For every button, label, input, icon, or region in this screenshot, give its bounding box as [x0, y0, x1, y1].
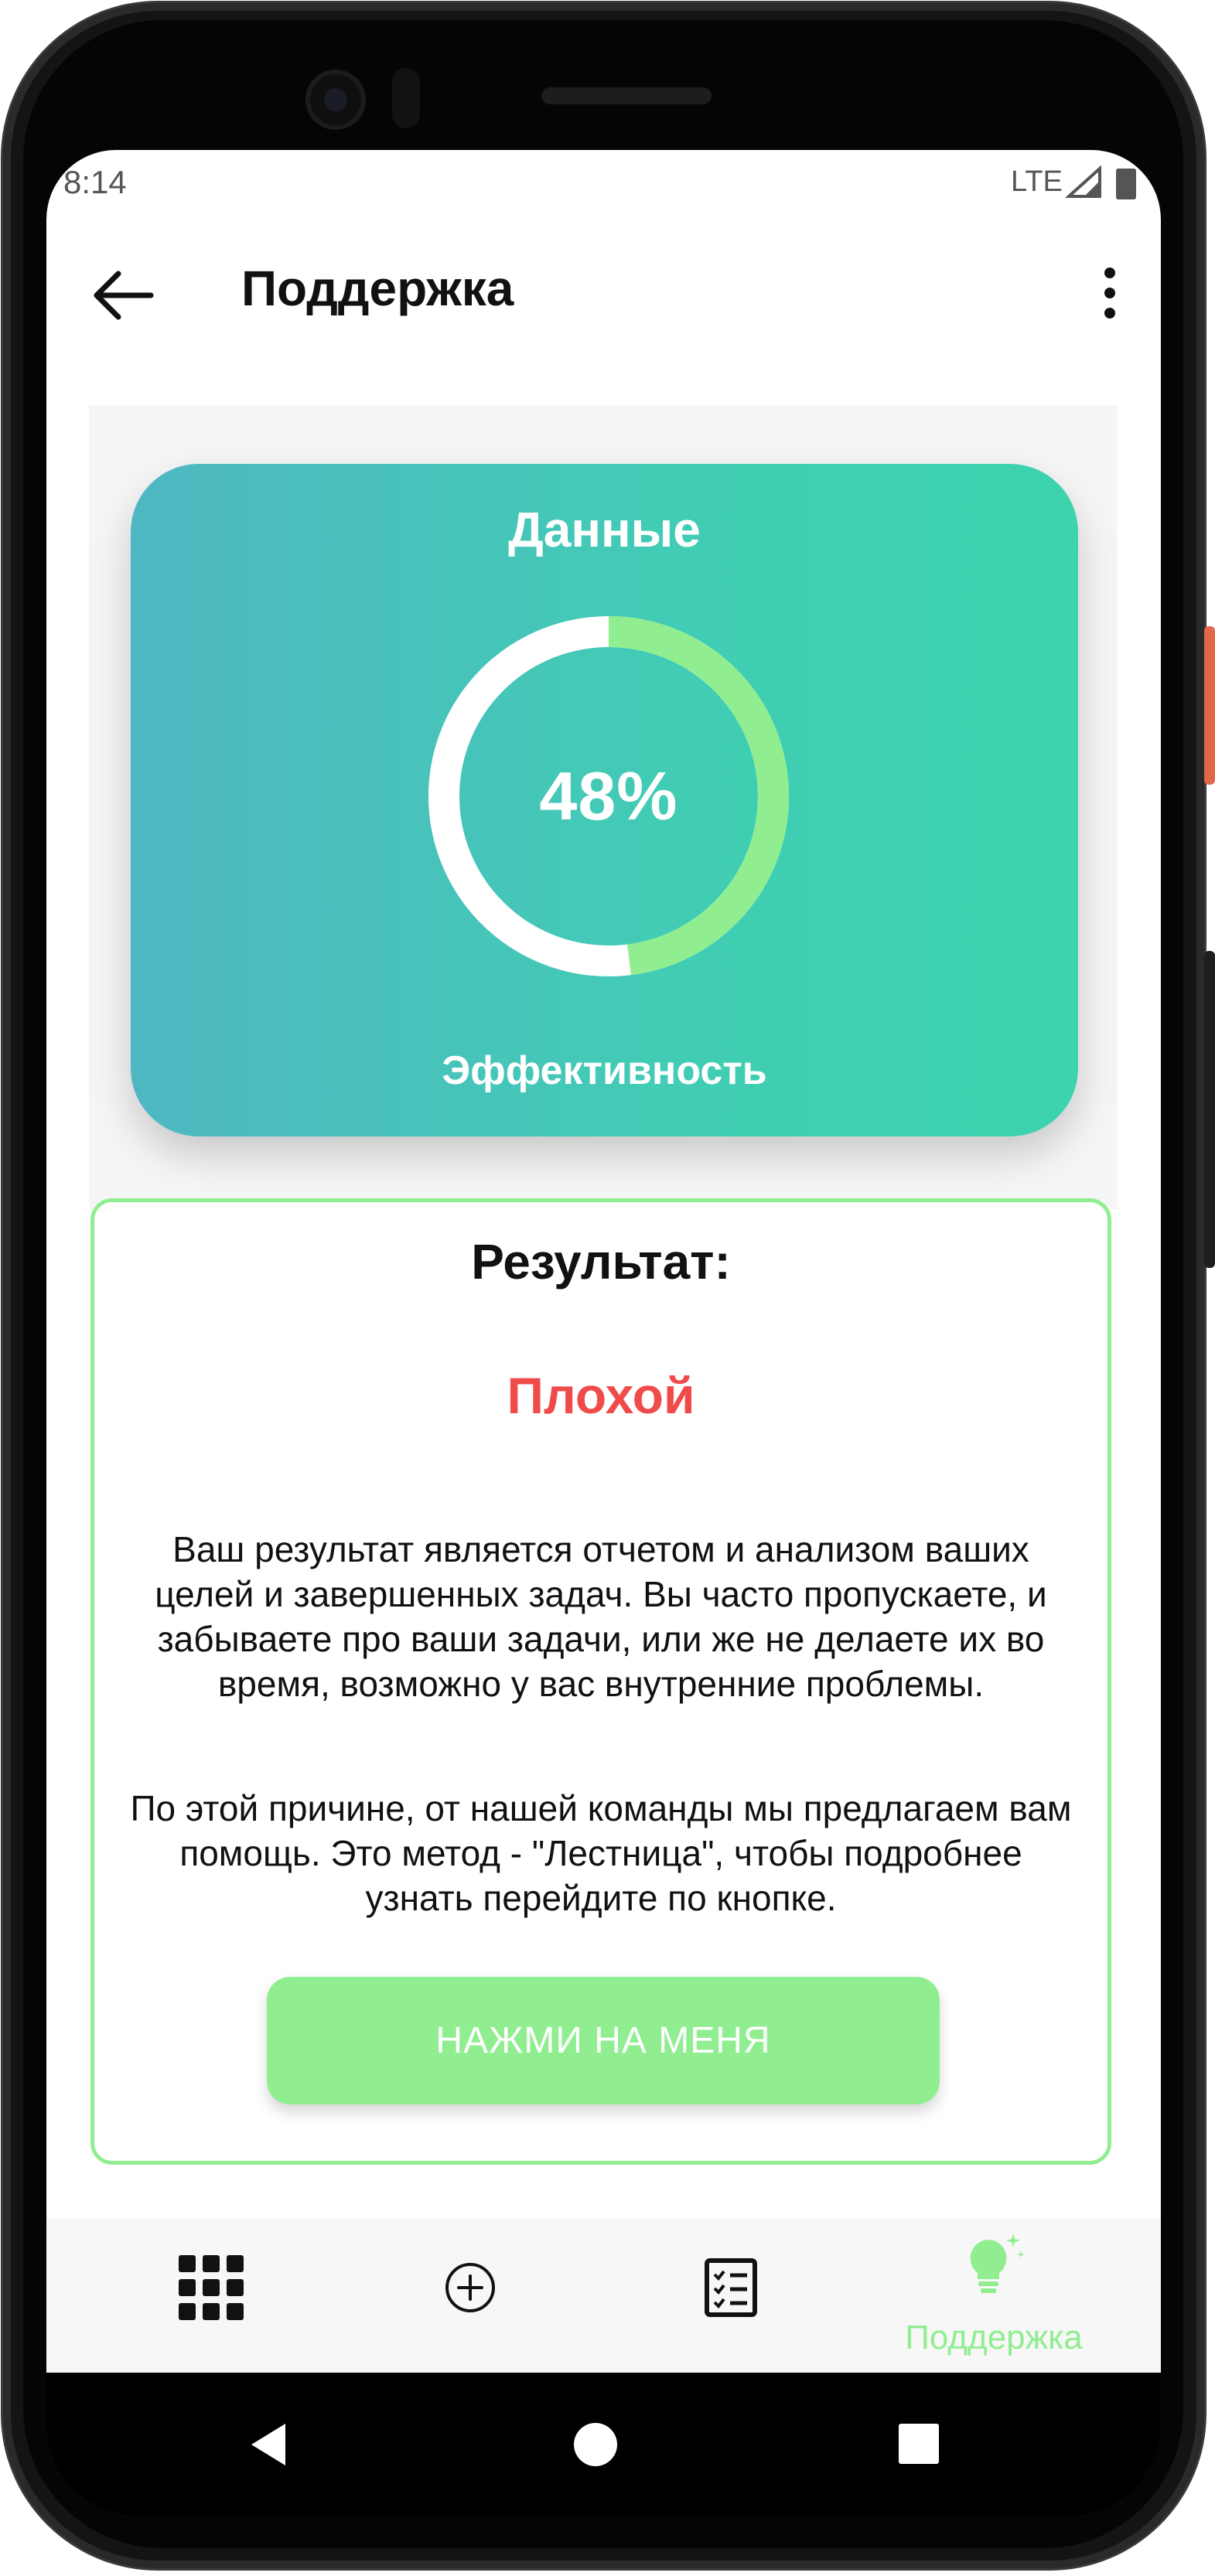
data-card: Данные 48% Эффективность — [131, 464, 1078, 1136]
result-grade: Плохой — [507, 1367, 695, 1424]
sensor — [392, 68, 420, 128]
network-type: LTE — [1011, 165, 1063, 198]
nav-item-add[interactable] — [354, 2218, 586, 2373]
volume-button — [1204, 951, 1215, 1268]
page-title: Поддержка — [241, 261, 514, 316]
back-button[interactable] — [89, 264, 166, 326]
more-vert-icon — [1104, 267, 1115, 319]
add-circle-icon — [445, 2263, 495, 2312]
battery-icon — [1116, 169, 1136, 199]
progress-value: 48% — [539, 758, 678, 834]
power-button — [1204, 626, 1215, 785]
system-navigation-bar — [46, 2373, 1161, 2516]
status-time: 8:14 — [63, 164, 127, 200]
nav-label-support: Поддержка — [905, 2319, 1083, 2356]
app-bar: Поддержка — [46, 220, 1161, 374]
checklist-icon — [705, 2258, 757, 2317]
result-title: Результат: — [471, 1234, 731, 1290]
earpiece-speaker — [541, 87, 712, 104]
nav-item-support[interactable]: Поддержка — [878, 2218, 1110, 2373]
bottom-navigation: Поддержка — [46, 2218, 1161, 2373]
nav-item-tasks[interactable] — [615, 2218, 847, 2373]
overflow-menu-button[interactable] — [1090, 262, 1129, 324]
system-back-icon[interactable] — [244, 2418, 298, 2472]
result-description: Ваш результат является отчетом и анализо… — [155, 1529, 1047, 1704]
front-camera — [305, 70, 366, 130]
result-recommendation: По этой причине, от нашей команды мы пре… — [130, 1788, 1072, 1918]
back-arrow-icon — [94, 271, 154, 320]
system-home-icon[interactable] — [568, 2418, 623, 2472]
card-caption: Эффективность — [442, 1048, 767, 1093]
system-recents-icon[interactable] — [894, 2419, 944, 2469]
status-bar: 8:14 LTE — [46, 150, 1161, 220]
lightbulb-icon — [970, 2234, 1025, 2293]
card-title: Данные — [508, 502, 701, 557]
grid-icon — [179, 2255, 244, 2320]
press-me-button[interactable]: НАЖМИ НА МЕНЯ — [267, 1977, 940, 2104]
nav-item-dashboard[interactable] — [95, 2218, 327, 2373]
signal-icon — [1066, 165, 1101, 198]
screen: 8:14 LTE Поддержка Данные 48% Эффективно… — [46, 150, 1161, 2373]
result-box: Результат: Плохой Ваш результат является… — [90, 1198, 1111, 2165]
